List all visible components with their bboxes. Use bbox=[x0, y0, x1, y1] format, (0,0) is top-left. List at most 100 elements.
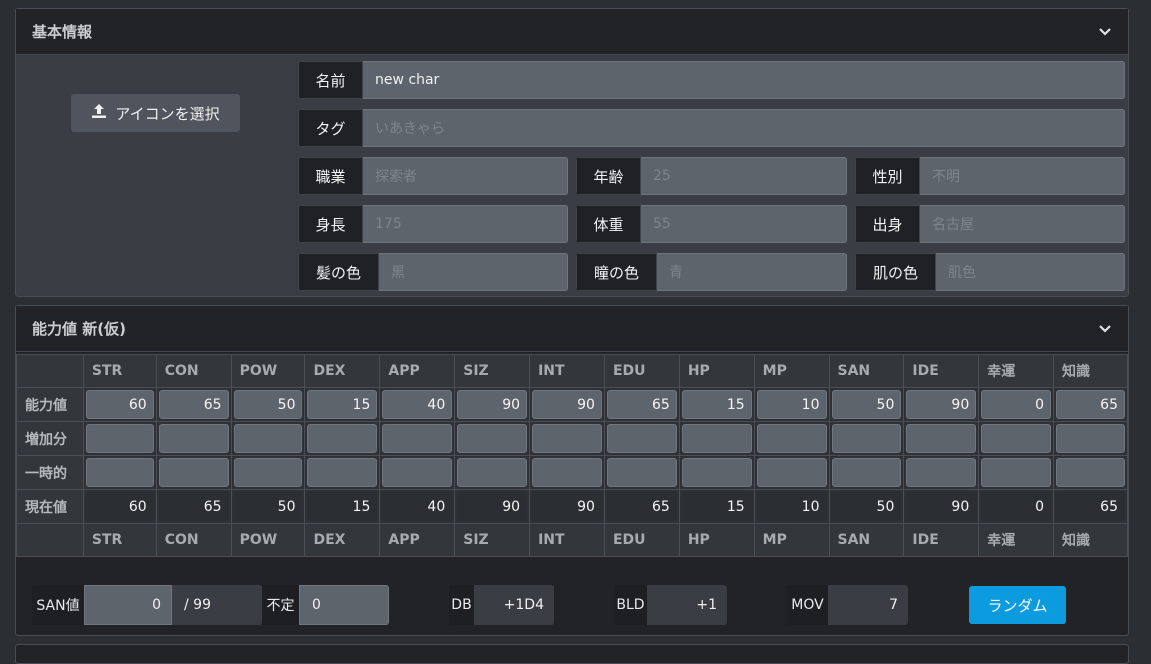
column-header: 幸運 bbox=[978, 354, 1055, 388]
tag-field: タグ いあきゃら bbox=[298, 109, 1125, 147]
table-cell: 60 bbox=[82, 387, 157, 422]
san-max: / 99 bbox=[172, 585, 262, 625]
random-button[interactable]: ランダム bbox=[969, 586, 1066, 624]
stat-input[interactable] bbox=[158, 424, 229, 453]
stat-input[interactable]: 50 bbox=[233, 390, 303, 419]
stat-input[interactable] bbox=[831, 424, 902, 453]
stat-input[interactable] bbox=[307, 424, 378, 453]
eye-input[interactable]: 青 bbox=[657, 253, 847, 291]
san-input[interactable]: 0 bbox=[84, 585, 172, 625]
stat-input[interactable] bbox=[158, 458, 229, 487]
table-cell: 50 bbox=[828, 489, 905, 524]
job-input[interactable]: 探索者 bbox=[363, 157, 568, 195]
table-cell: 15 bbox=[678, 489, 755, 524]
tag-label: タグ bbox=[298, 109, 363, 147]
select-icon-button[interactable]: アイコンを選択 bbox=[71, 94, 240, 132]
stat-input[interactable]: 15 bbox=[307, 390, 378, 419]
san-group: SAN値 0 / 99 bbox=[32, 585, 262, 625]
tag-input[interactable]: いあきゃら bbox=[363, 109, 1125, 147]
stat-input[interactable]: 50 bbox=[831, 390, 902, 419]
sex-input[interactable]: 不明 bbox=[920, 157, 1125, 195]
stat-input[interactable] bbox=[906, 458, 977, 487]
stat-input[interactable] bbox=[233, 458, 303, 487]
origin-input[interactable]: 名古屋 bbox=[920, 205, 1125, 243]
hair-input[interactable]: 黒 bbox=[379, 253, 568, 291]
mov-label: MOV bbox=[787, 585, 828, 625]
current-value: 65 bbox=[606, 492, 677, 521]
stat-input[interactable] bbox=[382, 458, 453, 487]
age-input[interactable]: 25 bbox=[641, 157, 847, 195]
stat-input[interactable] bbox=[981, 424, 1052, 453]
height-input[interactable]: 175 bbox=[363, 205, 568, 243]
table-cell: 50 bbox=[828, 387, 905, 422]
weight-input[interactable]: 55 bbox=[641, 205, 847, 243]
abilities-header[interactable]: 能力値 新(仮) bbox=[16, 306, 1128, 352]
table-cell: 15 bbox=[304, 387, 381, 422]
indef-input[interactable]: 0 bbox=[299, 585, 389, 625]
current-value: 90 bbox=[906, 492, 977, 521]
stat-input[interactable] bbox=[457, 424, 528, 453]
stat-input[interactable]: 15 bbox=[681, 390, 752, 419]
stat-input[interactable]: 90 bbox=[532, 390, 602, 419]
stat-input[interactable]: 40 bbox=[382, 390, 453, 419]
stat-input[interactable] bbox=[532, 458, 602, 487]
upload-icon bbox=[91, 103, 107, 123]
stat-input[interactable] bbox=[532, 424, 602, 453]
column-header: INT bbox=[529, 523, 605, 557]
table-cell: 50 bbox=[230, 489, 306, 524]
stat-input[interactable] bbox=[831, 458, 902, 487]
chevron-down-icon[interactable] bbox=[1098, 322, 1112, 336]
table-cell: 90 bbox=[903, 387, 980, 422]
column-header: EDU bbox=[603, 354, 680, 388]
stat-input[interactable] bbox=[1056, 458, 1125, 487]
stat-input[interactable] bbox=[85, 424, 154, 453]
job-label: 職業 bbox=[298, 157, 363, 195]
skin-input[interactable]: 肌色 bbox=[936, 253, 1125, 291]
column-header: 幸運 bbox=[978, 523, 1055, 557]
stat-input[interactable]: 0 bbox=[981, 390, 1052, 419]
table-cell bbox=[603, 455, 680, 490]
name-input[interactable]: new char bbox=[363, 61, 1125, 99]
table-cell bbox=[529, 421, 605, 456]
stat-input[interactable] bbox=[382, 424, 453, 453]
stat-input[interactable] bbox=[85, 458, 154, 487]
stat-input[interactable]: 90 bbox=[906, 390, 977, 419]
stat-input[interactable] bbox=[981, 458, 1052, 487]
chevron-down-icon[interactable] bbox=[1098, 25, 1112, 39]
row-label-current: 現在値 bbox=[16, 489, 84, 524]
column-header: MP bbox=[753, 354, 830, 388]
column-header: DEX bbox=[304, 354, 381, 388]
stat-input[interactable] bbox=[681, 458, 752, 487]
table-cell bbox=[454, 455, 531, 490]
stat-input[interactable] bbox=[606, 424, 677, 453]
stat-input[interactable] bbox=[681, 424, 752, 453]
indef-group: 不定 0 bbox=[262, 585, 389, 625]
stat-input[interactable]: 65 bbox=[606, 390, 677, 419]
stat-input[interactable]: 65 bbox=[158, 390, 229, 419]
stat-input[interactable]: 10 bbox=[756, 390, 827, 419]
height-label: 身長 bbox=[298, 205, 363, 243]
basic-info-header[interactable]: 基本情報 bbox=[16, 9, 1128, 55]
stat-input[interactable] bbox=[756, 424, 827, 453]
stat-input[interactable] bbox=[457, 458, 528, 487]
basic-info-card: 基本情報 アイコンを選択 名前 new char タグ いあきゃら 職業 探索者… bbox=[15, 8, 1129, 297]
next-card bbox=[15, 644, 1129, 664]
stat-input[interactable]: 60 bbox=[85, 390, 154, 419]
table-cell: 40 bbox=[379, 387, 456, 422]
db-label: DB bbox=[449, 585, 474, 625]
origin-field: 出身 名古屋 bbox=[855, 205, 1125, 243]
current-value: 15 bbox=[307, 492, 378, 521]
stat-input[interactable] bbox=[756, 458, 827, 487]
table-corner bbox=[16, 354, 84, 388]
stat-input[interactable] bbox=[233, 424, 303, 453]
stat-input[interactable] bbox=[307, 458, 378, 487]
stat-input[interactable] bbox=[606, 458, 677, 487]
column-header: IDE bbox=[903, 523, 980, 557]
table-cell bbox=[828, 421, 905, 456]
bld-group: BLD +1 bbox=[614, 585, 727, 625]
stat-input[interactable]: 65 bbox=[1056, 390, 1125, 419]
stat-input[interactable] bbox=[1056, 424, 1125, 453]
stat-input[interactable]: 90 bbox=[457, 390, 528, 419]
column-header: POW bbox=[230, 354, 306, 388]
stat-input[interactable] bbox=[906, 424, 977, 453]
